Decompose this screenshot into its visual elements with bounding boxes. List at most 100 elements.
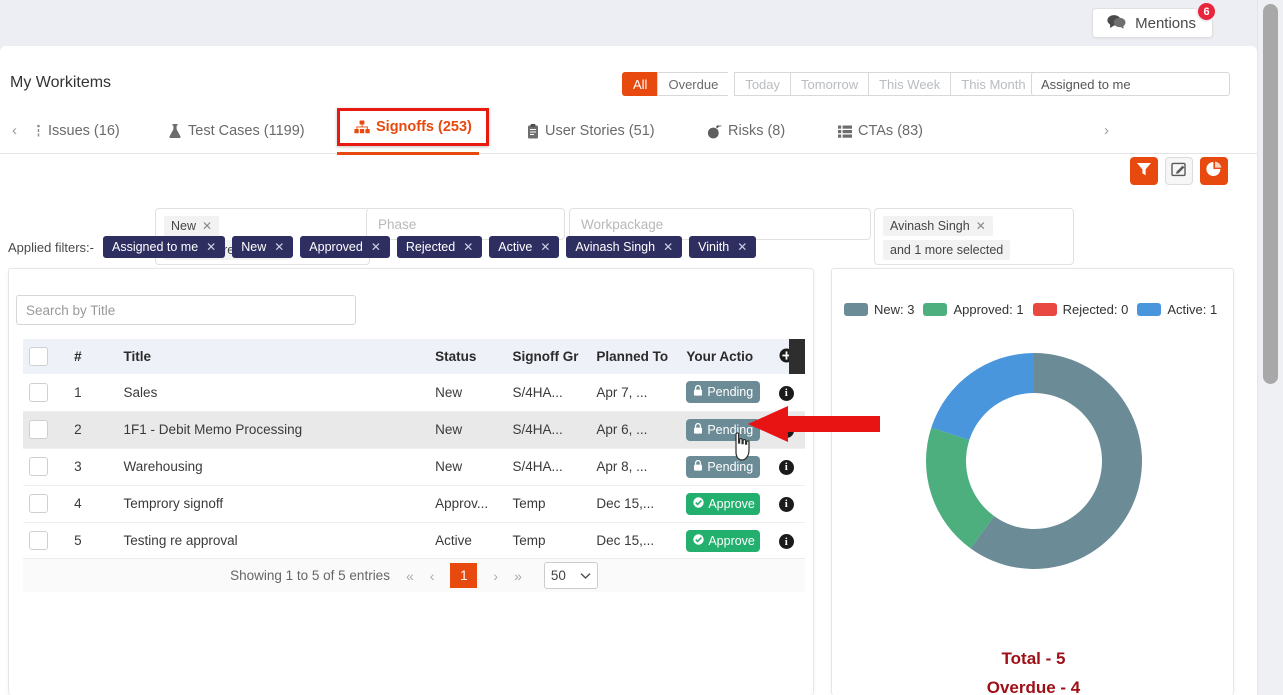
page-size-select[interactable]: 50 — [543, 562, 598, 589]
close-icon[interactable]: ✕ — [540, 240, 550, 254]
table-row[interactable]: 3 Warehousing New S/4HA... Apr 8, ... Pe… — [23, 448, 805, 486]
donut-slice-active[interactable] — [930, 353, 1034, 440]
tab-signoffs[interactable]: Signoffs (253) — [337, 108, 489, 146]
column-number[interactable]: # — [68, 339, 118, 374]
page-scrollbar-thumb[interactable] — [1263, 4, 1278, 384]
pending-badge[interactable]: Pending — [686, 381, 761, 404]
row-checkbox[interactable] — [29, 382, 48, 402]
assignee-chip[interactable]: Avinash Singh ✕ — [883, 216, 993, 236]
approve-badge[interactable]: Approve — [686, 529, 761, 552]
row-title[interactable]: Testing re approval — [118, 522, 430, 559]
close-icon[interactable]: ✕ — [737, 240, 747, 254]
tab-risks[interactable]: Risks (8) — [707, 115, 785, 147]
range-tomorrow-button[interactable]: Tomorrow — [790, 72, 869, 96]
column-planned-to[interactable]: Planned To — [590, 339, 681, 374]
legend-item-new[interactable]: New: 3 — [844, 302, 914, 317]
applied-filter-chip[interactable]: Assigned to me ✕ — [102, 236, 226, 258]
legend-item-rejected[interactable]: Rejected: 0 — [1032, 302, 1128, 317]
page-scrollbar-track[interactable] — [1257, 0, 1283, 695]
column-your-action[interactable]: Your Actio — [680, 339, 773, 374]
range-this-month-button[interactable]: This Month — [950, 72, 1037, 96]
applied-filter-chip[interactable]: Rejected ✕ — [396, 236, 483, 258]
mouse-cursor — [731, 432, 757, 467]
tab-issues[interactable]: Issues (16) — [35, 115, 120, 147]
select-all-header[interactable] — [23, 339, 69, 374]
row-info-cell[interactable]: i — [772, 448, 805, 486]
applied-filter-chip[interactable]: Approved ✕ — [300, 236, 390, 258]
pagination-prev[interactable]: ‹ — [430, 568, 435, 584]
row-select-cell[interactable] — [23, 374, 69, 412]
legend-item-approved[interactable]: Approved: 1 — [923, 302, 1024, 317]
row-info-cell[interactable]: i — [773, 522, 805, 559]
close-icon[interactable]: ✕ — [663, 240, 673, 254]
close-icon[interactable]: ✕ — [463, 240, 473, 254]
row-title[interactable]: Warehousing — [117, 448, 430, 486]
range-overdue-button[interactable]: Overdue — [657, 72, 729, 96]
row-title[interactable]: Sales — [117, 374, 430, 412]
info-icon[interactable]: i — [778, 385, 794, 401]
info-icon[interactable]: i — [778, 534, 794, 549]
approve-badge[interactable]: Approve — [686, 492, 761, 515]
row-action-cell[interactable]: Pending — [680, 448, 773, 486]
row-title[interactable]: 1F1 - Debit Memo Processing — [117, 411, 430, 449]
applied-filter-chip[interactable]: Vinith ✕ — [689, 236, 757, 258]
info-icon[interactable]: i — [778, 459, 794, 475]
assignee-more-chip[interactable]: and 1 more selected — [883, 240, 1011, 260]
edit-button[interactable] — [1165, 157, 1193, 185]
lock-icon — [693, 459, 703, 474]
chart-icon — [1206, 161, 1222, 182]
pagination-first[interactable]: « — [406, 568, 414, 584]
row-select-cell[interactable] — [23, 485, 69, 523]
chart-button[interactable] — [1200, 157, 1228, 185]
pagination-last[interactable]: » — [514, 568, 522, 584]
row-checkbox[interactable] — [29, 494, 48, 513]
status-chip[interactable]: New ✕ — [164, 216, 220, 236]
row-info-cell[interactable]: i — [772, 485, 805, 523]
tab-ctas[interactable]: CTAs (83) — [838, 115, 923, 147]
applied-filter-chip[interactable]: Avinash Singh ✕ — [566, 236, 683, 258]
close-icon[interactable]: ✕ — [371, 240, 381, 254]
info-icon[interactable]: i — [778, 496, 794, 512]
range-all-button[interactable]: All — [622, 72, 658, 96]
table-row[interactable]: 1 Sales New S/4HA... Apr 7, ... Pending … — [23, 374, 805, 412]
applied-filter-chip[interactable]: Active ✕ — [489, 236, 560, 258]
close-icon[interactable]: ✕ — [976, 219, 986, 233]
legend-item-active[interactable]: Active: 1 — [1137, 302, 1217, 317]
pagination-page-1[interactable]: 1 — [450, 563, 478, 588]
assignee-filter-select[interactable]: Avinash Singh ✕ and 1 more selected — [874, 208, 1074, 265]
range-this-week-button[interactable]: This Week — [868, 72, 951, 96]
table-row[interactable]: 4 Temprory signoff Approv... Temp Dec 15… — [23, 485, 805, 523]
tabs-prev-arrow[interactable]: ‹ — [12, 122, 17, 139]
column-title[interactable]: Title — [117, 339, 430, 374]
table-row[interactable]: 5 Testing re approval Active Temp Dec 15… — [23, 522, 805, 559]
range-today-button[interactable]: Today — [734, 72, 791, 96]
horizontal-scrollbar-thumb[interactable] — [789, 339, 805, 374]
applied-filter-chip[interactable]: New ✕ — [232, 236, 294, 258]
column-signoff-group[interactable]: Signoff Gr — [506, 339, 591, 374]
row-select-cell[interactable] — [23, 448, 69, 486]
table-row[interactable]: 2 1F1 - Debit Memo Processing New S/4HA.… — [23, 411, 805, 449]
assigned-to-me-select[interactable]: Assigned to me — [1031, 72, 1230, 96]
mentions-button[interactable]: Mentions — [1092, 8, 1213, 38]
row-checkbox[interactable] — [29, 420, 48, 439]
close-icon[interactable]: ✕ — [202, 219, 212, 233]
tab-user-stories[interactable]: User Stories (51) — [527, 115, 655, 147]
tab-test-cases[interactable]: Test Cases (1199) — [168, 115, 305, 147]
close-icon[interactable]: ✕ — [206, 240, 216, 254]
row-title[interactable]: Temprory signoff — [117, 485, 430, 523]
tabs-next-arrow[interactable]: › — [1104, 122, 1109, 139]
row-action-cell[interactable]: Approve — [680, 485, 773, 523]
pagination-next[interactable]: › — [493, 568, 498, 584]
row-action-cell[interactable]: Approve — [680, 522, 772, 559]
search-input[interactable]: Search by Title — [16, 295, 356, 325]
donut-svg[interactable] — [914, 341, 1154, 581]
close-icon[interactable]: ✕ — [274, 240, 284, 254]
applied-filters: Applied filters:- Assigned to me ✕ New ✕ A… — [8, 236, 757, 258]
filter-button[interactable] — [1130, 157, 1158, 185]
select-all-checkbox[interactable] — [29, 347, 48, 366]
row-checkbox[interactable] — [29, 531, 48, 551]
row-select-cell[interactable] — [23, 411, 69, 449]
row-select-cell[interactable] — [23, 522, 68, 559]
row-checkbox[interactable] — [29, 457, 48, 476]
column-status[interactable]: Status — [429, 339, 507, 374]
